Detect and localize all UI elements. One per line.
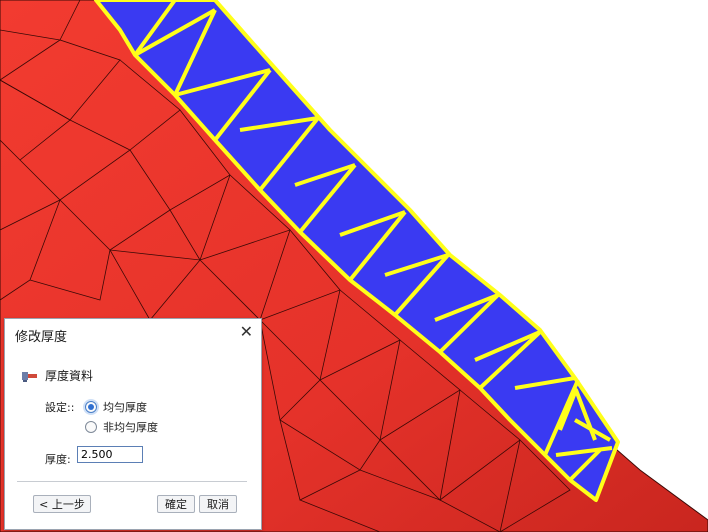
thickness-label: 厚度: — [45, 453, 71, 466]
dialog-divider — [17, 481, 247, 482]
dialog-title: 修改厚度 — [15, 330, 68, 345]
thickness-tool-icon — [22, 371, 37, 382]
nonuniform-thickness-label: 非均勻厚度 — [103, 421, 158, 434]
back-button[interactable]: < 上一步 — [33, 495, 91, 513]
setting-label: 設定:: — [45, 401, 75, 414]
section-title: 厚度資料 — [45, 369, 94, 383]
uniform-thickness-option[interactable]: 均勻厚度 — [85, 399, 147, 415]
uniform-thickness-label: 均勻厚度 — [103, 401, 147, 414]
cancel-button[interactable]: 取消 — [199, 495, 237, 513]
section-header: 厚度資料 — [21, 367, 93, 384]
modify-thickness-dialog: 修改厚度 ✕ 厚度資料 設定:: 均勻厚度 非均勻厚度 厚度: < 上一步 確定… — [4, 318, 262, 530]
ok-button[interactable]: 確定 — [157, 495, 195, 513]
nonuniform-thickness-option[interactable]: 非均勻厚度 — [85, 419, 158, 435]
nonuniform-thickness-radio[interactable] — [85, 421, 97, 433]
thickness-input[interactable] — [77, 446, 143, 463]
uniform-thickness-radio[interactable] — [85, 401, 97, 413]
close-icon[interactable]: ✕ — [240, 322, 253, 341]
